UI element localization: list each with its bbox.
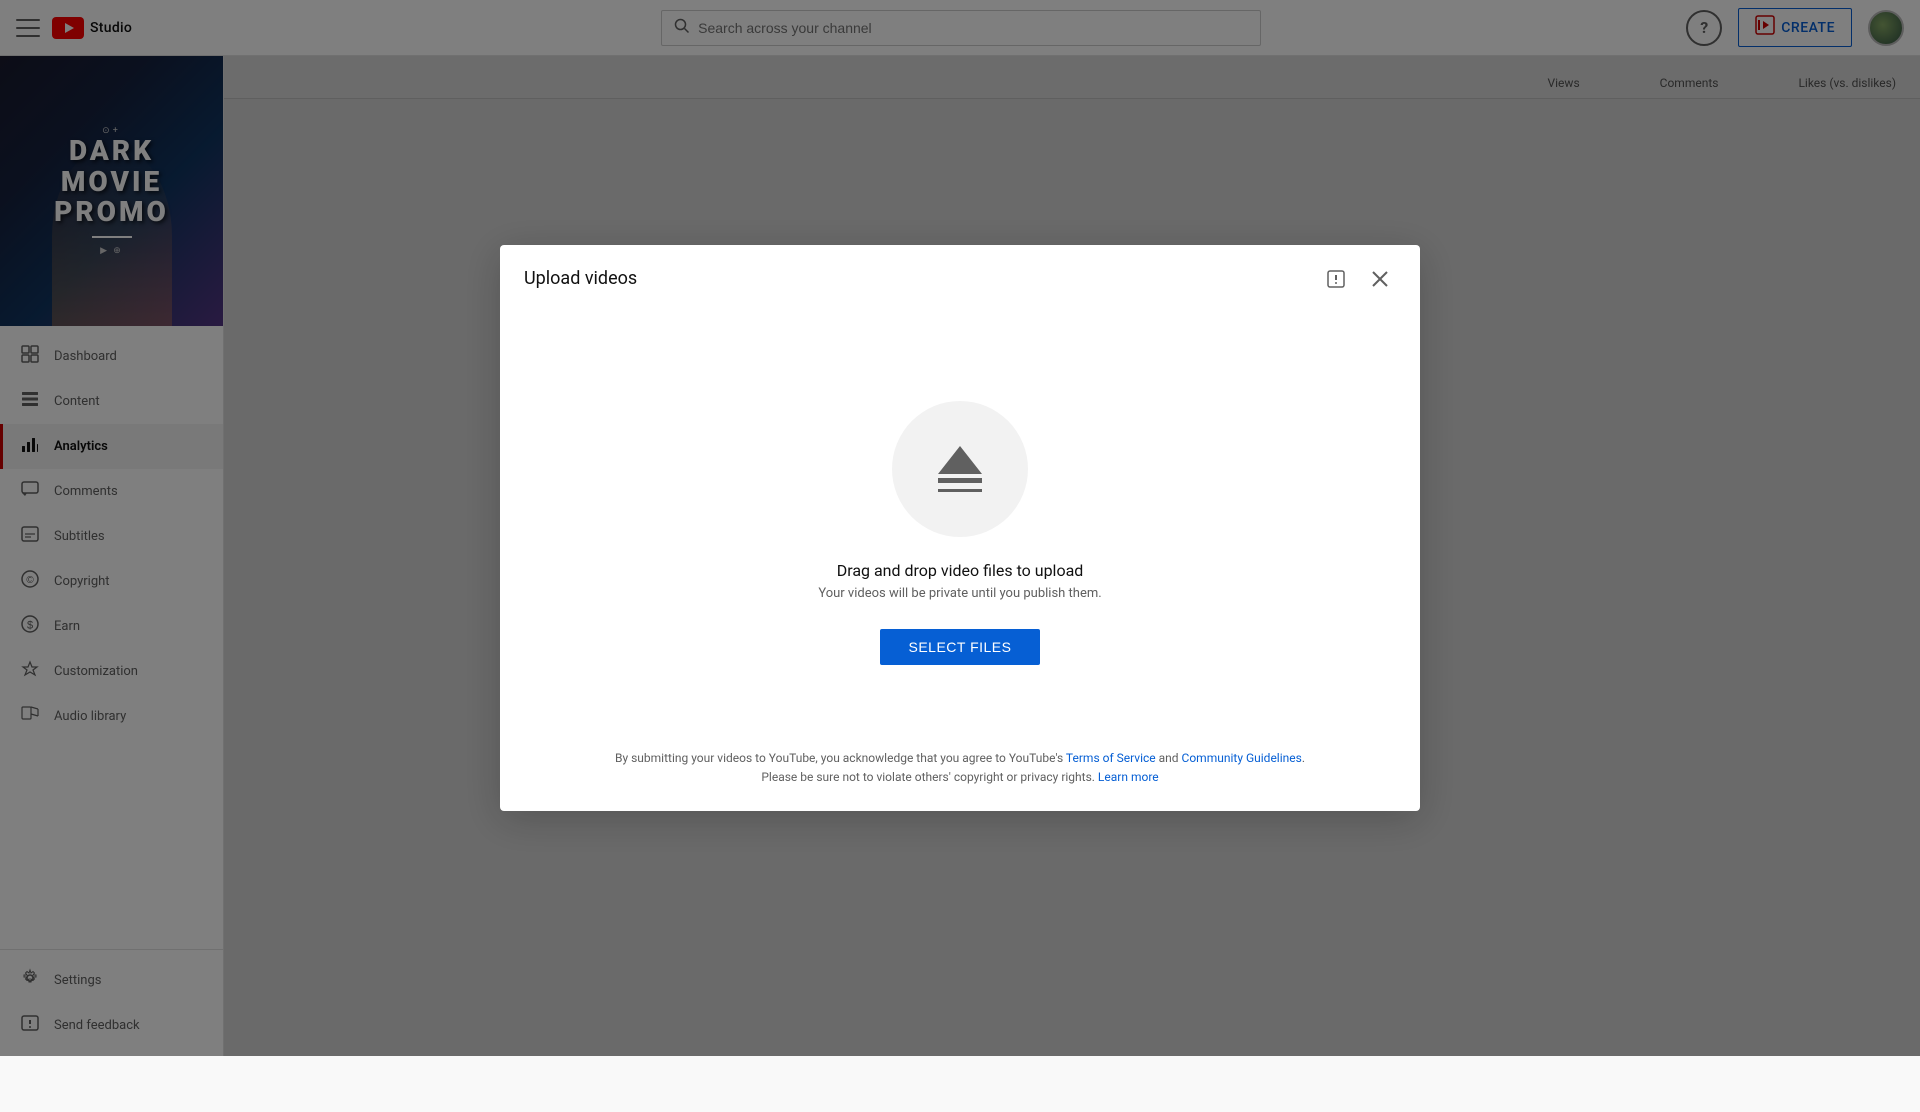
- tos-link[interactable]: Terms of Service: [1066, 751, 1156, 765]
- modal-body: Drag and drop video files to upload Your…: [500, 313, 1420, 733]
- privacy-text: Your videos will be private until you pu…: [818, 586, 1101, 601]
- modal-footer: By submitting your videos to YouTube, yo…: [500, 733, 1420, 811]
- footer-period: .: [1302, 751, 1305, 765]
- footer-line2-before: Please be sure not to violate others' co…: [761, 770, 1098, 784]
- upload-arrow-icon: [938, 446, 982, 492]
- modal-overlay: Upload videos: [0, 0, 1920, 1056]
- guidelines-link[interactable]: Community Guidelines: [1182, 751, 1302, 765]
- modal-header: Upload videos: [500, 245, 1420, 313]
- drag-drop-text: Drag and drop video files to upload: [837, 561, 1084, 580]
- learn-more-link[interactable]: Learn more: [1098, 770, 1159, 784]
- modal-alert-button[interactable]: [1320, 263, 1352, 295]
- modal-header-icons: [1320, 263, 1396, 295]
- modal-close-button[interactable]: [1364, 263, 1396, 295]
- upload-icon-circle: [892, 401, 1028, 537]
- select-files-button[interactable]: SELECT FILES: [880, 629, 1039, 665]
- footer-and: and: [1156, 751, 1182, 765]
- upload-modal: Upload videos: [500, 245, 1420, 811]
- modal-title: Upload videos: [524, 268, 637, 289]
- footer-text-before: By submitting your videos to YouTube, yo…: [615, 751, 1066, 765]
